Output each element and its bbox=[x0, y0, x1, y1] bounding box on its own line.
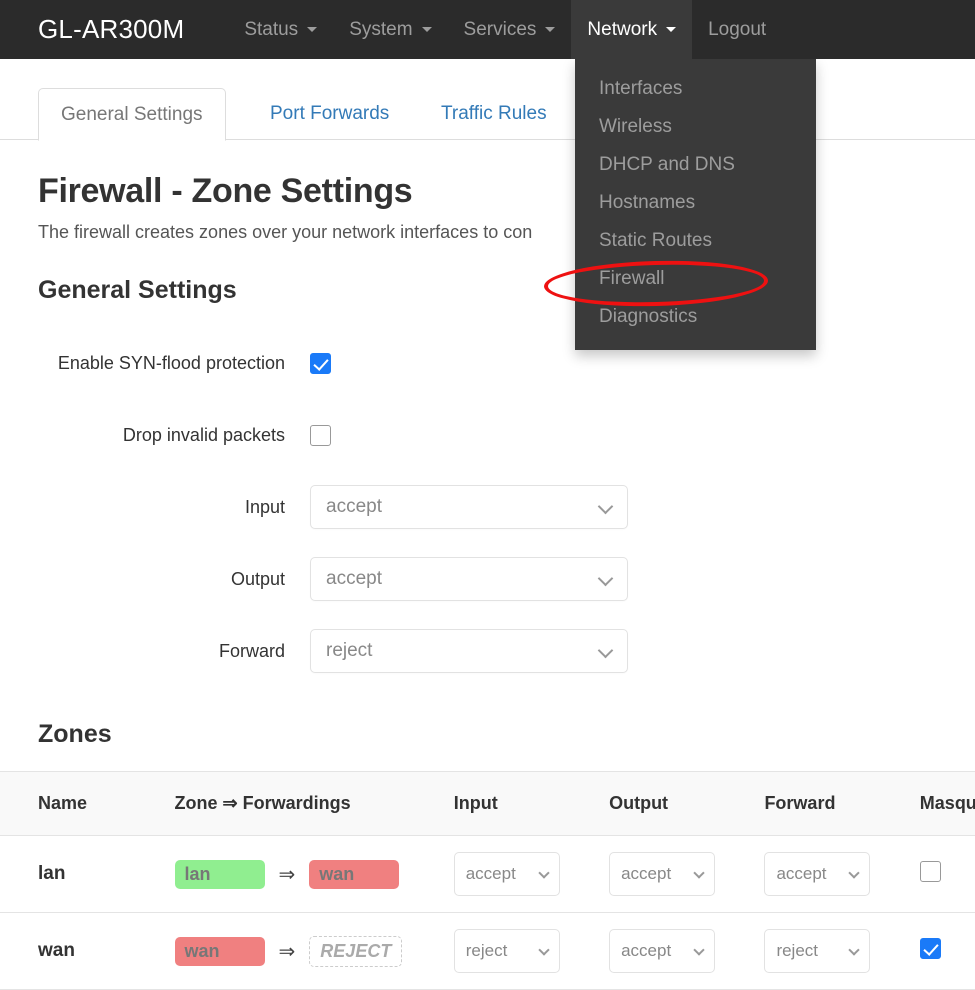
brand-title: GL-AR300M bbox=[38, 14, 185, 44]
drop-invalid-label: Drop invalid packets bbox=[122, 424, 285, 445]
chevron-down-icon bbox=[597, 642, 614, 659]
chevron-down-icon bbox=[693, 867, 705, 879]
forward-badge-reject[interactable]: REJECT bbox=[309, 935, 403, 967]
drop-invalid-checkbox[interactable] bbox=[310, 424, 331, 446]
form-row-forward: Forward reject bbox=[0, 615, 975, 687]
chevron-down-icon bbox=[538, 944, 550, 956]
nav-item-services-label: Services bbox=[463, 18, 537, 40]
output-policy-select[interactable]: accept bbox=[310, 557, 628, 601]
forward-policy-select[interactable]: reject bbox=[310, 629, 628, 673]
menu-item-wireless[interactable]: Wireless bbox=[575, 108, 816, 146]
row-wan-output-select[interactable]: accept bbox=[609, 929, 716, 973]
input-policy-value: accept bbox=[326, 496, 382, 517]
row-wan-input-value: reject bbox=[465, 941, 508, 960]
chevron-down-icon bbox=[848, 867, 861, 879]
nav-item-network-label: Network bbox=[587, 18, 658, 40]
column-header-forward: Forward bbox=[764, 771, 920, 836]
menu-item-hostnames[interactable]: Hostnames bbox=[575, 184, 816, 222]
nav-item-services[interactable]: Services bbox=[448, 0, 572, 59]
zone-badge-lan[interactable]: lan bbox=[174, 859, 265, 889]
output-policy-value: accept bbox=[326, 568, 382, 589]
row-wan-forward-select[interactable]: reject bbox=[764, 929, 871, 973]
chevron-down-icon bbox=[666, 27, 677, 32]
chevron-down-icon bbox=[597, 570, 614, 587]
tab-bar: General Settings Port Forwards Traffic R… bbox=[0, 88, 975, 141]
page-title: Firewall - Zone Settings bbox=[38, 172, 413, 210]
syn-flood-label: Enable SYN-flood protection bbox=[57, 352, 285, 373]
tab-port-forwards-label: Port Forwards bbox=[270, 103, 390, 124]
nav-item-status[interactable]: Status bbox=[228, 0, 333, 59]
forwarding-arrow-icon: ⇒ bbox=[278, 863, 296, 886]
column-header-name: Name bbox=[0, 771, 175, 836]
input-policy-select[interactable]: accept bbox=[310, 485, 628, 529]
row-lan-output-select[interactable]: accept bbox=[609, 852, 716, 896]
forward-policy-value: reject bbox=[326, 640, 373, 661]
forwarding-arrow-icon: ⇒ bbox=[278, 940, 296, 963]
row-wan-masquerading-checkbox[interactable] bbox=[919, 938, 941, 959]
row-lan-masquerading-checkbox[interactable] bbox=[919, 861, 941, 882]
main-content: Firewall - Zone Settings The firewall cr… bbox=[0, 140, 975, 990]
general-settings-form: Enable SYN-flood protection Drop invalid… bbox=[0, 305, 975, 687]
network-dropdown-menu: Interfaces Wireless DHCP and DNS Hostnam… bbox=[575, 59, 816, 350]
tab-general-settings-label: General Settings bbox=[61, 103, 203, 125]
form-row-output: Output accept bbox=[0, 543, 975, 615]
syn-flood-checkbox[interactable] bbox=[310, 352, 331, 374]
nav-item-logout-label: Logout bbox=[708, 18, 767, 40]
tab-traffic-rules-label: Traffic Rules bbox=[441, 103, 547, 124]
zone-row-name-lan: lan bbox=[38, 863, 66, 884]
form-row-drop-invalid: Drop invalid packets bbox=[0, 399, 975, 471]
top-navbar: GL-AR300M Status System Services Network… bbox=[0, 0, 975, 59]
chevron-down-icon bbox=[545, 27, 556, 32]
row-lan-input-select[interactable]: accept bbox=[453, 852, 560, 896]
row-wan-forward-value: reject bbox=[776, 941, 819, 960]
menu-item-firewall[interactable]: Firewall bbox=[575, 260, 816, 298]
zones-table-body: lan lan ⇒ wan accept accept accept wan w… bbox=[0, 835, 975, 990]
general-settings-heading: General Settings bbox=[38, 276, 237, 304]
table-row: lan lan ⇒ wan accept accept accept bbox=[0, 835, 975, 913]
chevron-down-icon bbox=[307, 27, 318, 32]
chevron-down-icon bbox=[421, 27, 432, 32]
forward-label: Forward bbox=[218, 640, 285, 661]
row-lan-forward-value: accept bbox=[776, 864, 827, 883]
nav-item-logout[interactable]: Logout bbox=[692, 0, 782, 59]
tab-port-forwards[interactable]: Port Forwards bbox=[248, 88, 411, 140]
zones-table: Name Zone ⇒ Forwardings Input Output For… bbox=[0, 771, 975, 990]
nav-item-list: Status System Services Network Logout bbox=[228, 0, 782, 59]
zones-table-head: Name Zone ⇒ Forwardings Input Output For… bbox=[0, 771, 975, 836]
menu-item-static-routes[interactable]: Static Routes bbox=[575, 222, 816, 260]
row-lan-output-value: accept bbox=[621, 864, 672, 883]
tab-general-settings[interactable]: General Settings bbox=[38, 88, 226, 141]
menu-item-diagnostics[interactable]: Diagnostics bbox=[575, 298, 816, 336]
chevron-down-icon bbox=[597, 498, 614, 515]
row-lan-input-value: accept bbox=[465, 864, 516, 883]
menu-item-dhcp-and-dns[interactable]: DHCP and DNS bbox=[575, 146, 816, 184]
menu-item-interfaces[interactable]: Interfaces bbox=[575, 70, 816, 108]
row-wan-output-value: accept bbox=[621, 941, 672, 960]
nav-item-status-label: Status bbox=[244, 18, 299, 40]
zone-row-name-wan: wan bbox=[38, 940, 75, 961]
nav-item-system-label: System bbox=[349, 18, 413, 40]
column-header-input: Input bbox=[453, 771, 610, 836]
column-header-forwardings: Zone ⇒ Forwardings bbox=[174, 771, 454, 836]
forward-badge-wan[interactable]: wan bbox=[309, 859, 400, 889]
page-description: The firewall creates zones over your net… bbox=[38, 222, 533, 242]
output-label: Output bbox=[230, 568, 285, 589]
zone-badge-wan[interactable]: wan bbox=[174, 936, 265, 966]
column-header-output: Output bbox=[609, 771, 765, 836]
chevron-down-icon bbox=[538, 867, 550, 879]
row-wan-input-select[interactable]: reject bbox=[453, 929, 560, 973]
nav-item-network[interactable]: Network bbox=[571, 0, 693, 59]
form-row-input: Input accept bbox=[0, 471, 975, 543]
column-header-masquerading: Masquerading bbox=[919, 771, 975, 836]
zones-table-header-row: Name Zone ⇒ Forwardings Input Output For… bbox=[0, 771, 975, 836]
form-row-syn-flood: Enable SYN-flood protection bbox=[0, 327, 975, 399]
chevron-down-icon bbox=[693, 944, 705, 956]
input-label: Input bbox=[244, 496, 285, 517]
row-lan-forward-select[interactable]: accept bbox=[764, 852, 871, 896]
tab-traffic-rules[interactable]: Traffic Rules bbox=[419, 88, 569, 140]
chevron-down-icon bbox=[848, 944, 861, 956]
nav-item-system[interactable]: System bbox=[333, 0, 447, 59]
table-row: wan wan ⇒ REJECT reject accept reject bbox=[0, 912, 975, 990]
zones-heading: Zones bbox=[38, 720, 112, 748]
